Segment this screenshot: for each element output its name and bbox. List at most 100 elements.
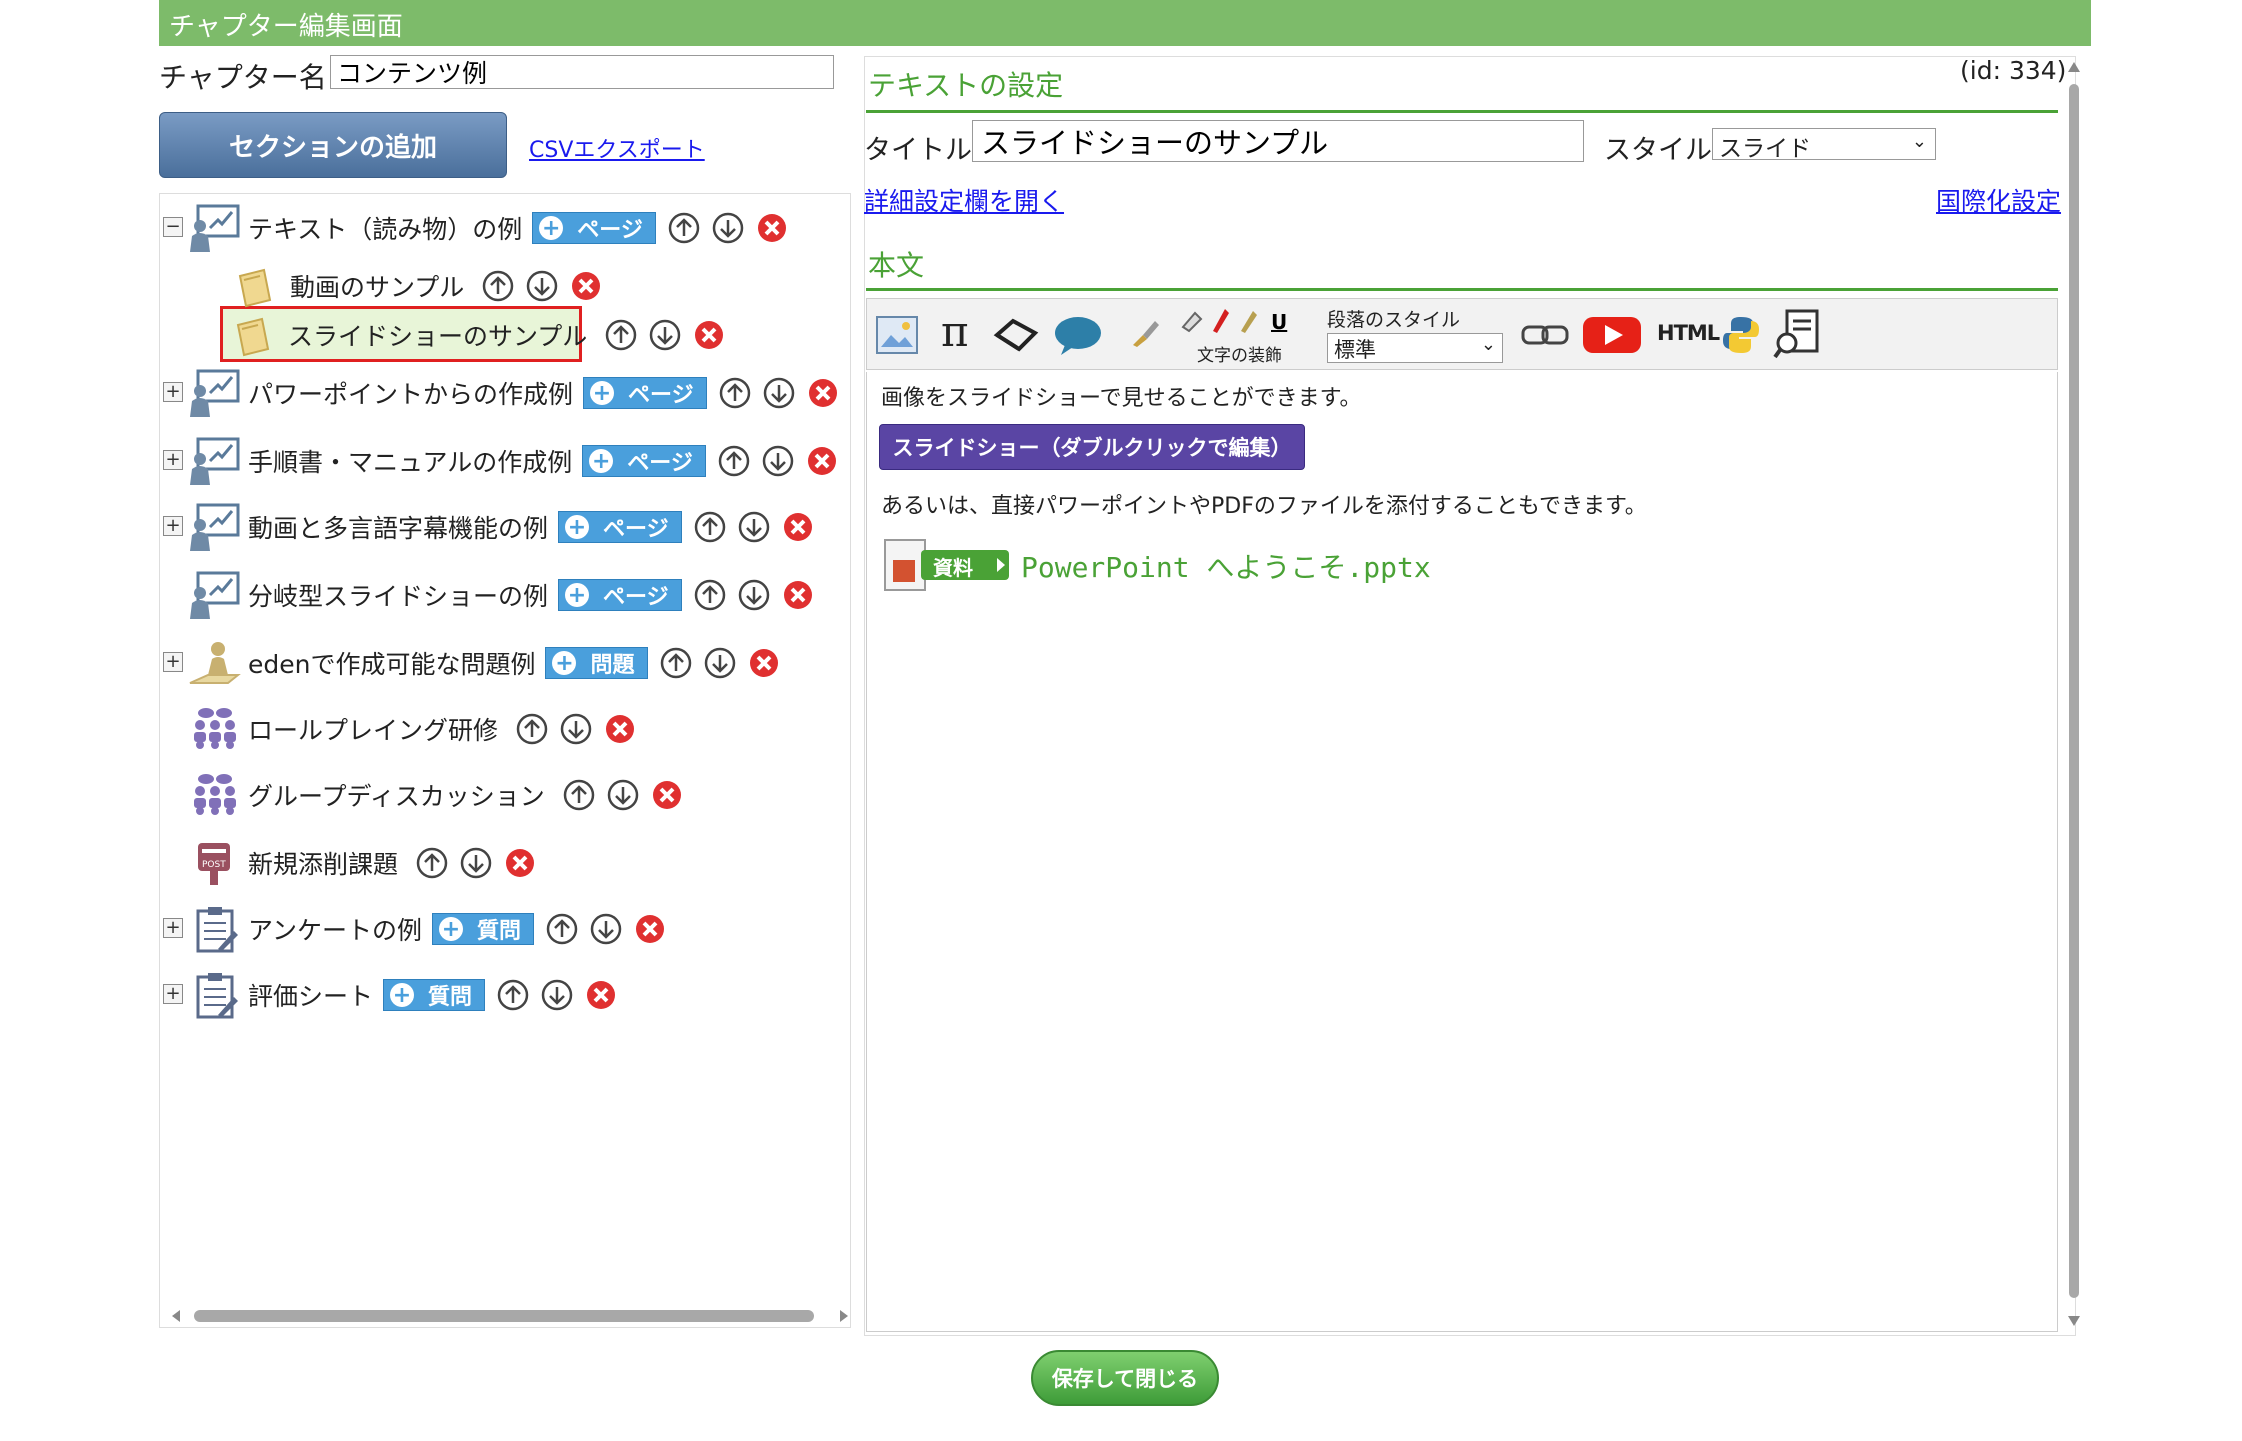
add-child-button[interactable]: + 質問 — [383, 979, 486, 1011]
search-document-icon[interactable] — [1773, 309, 1823, 361]
csv-export-link[interactable]: CSVエクスポート — [529, 132, 705, 164]
add-child-button[interactable]: + ページ — [558, 579, 682, 611]
expand-toggle[interactable]: + — [163, 984, 183, 1004]
move-up-icon[interactable] — [497, 979, 529, 1011]
collapse-toggle[interactable]: − — [163, 217, 183, 237]
delete-icon[interactable] — [634, 913, 666, 945]
add-child-button[interactable]: + ページ — [558, 511, 682, 543]
tree-node[interactable]: 評価シート + 質問 — [188, 970, 617, 1020]
tree-node-label[interactable]: 分岐型スライドショーの例 — [248, 577, 548, 613]
attachment-link[interactable]: 資料 PowerPoint へようこそ.pptx — [881, 536, 1431, 596]
tree-node[interactable]: グループディスカッション — [188, 770, 683, 820]
delete-icon[interactable] — [807, 377, 839, 409]
tree-node[interactable]: 手順書・マニュアルの作成例 + ページ — [188, 436, 838, 486]
tree-node[interactable]: 分岐型スライドショーの例 + ページ — [188, 570, 814, 620]
image-icon[interactable] — [875, 313, 919, 357]
detail-settings-link[interactable]: 詳細設定欄を開く — [864, 182, 1064, 218]
delete-icon[interactable] — [693, 319, 725, 351]
tree-node-label[interactable]: 動画と多言語字幕機能の例 — [248, 509, 548, 545]
link-icon[interactable] — [1521, 321, 1569, 349]
delete-icon[interactable] — [748, 647, 780, 679]
delete-icon[interactable] — [585, 979, 617, 1011]
horizontal-scrollbar[interactable] — [170, 1307, 850, 1325]
brush-icon[interactable] — [1129, 317, 1161, 349]
move-down-icon[interactable] — [590, 913, 622, 945]
move-down-icon[interactable] — [763, 377, 795, 409]
move-up-icon[interactable] — [416, 847, 448, 879]
python-icon[interactable] — [1719, 313, 1763, 357]
move-up-icon[interactable] — [660, 647, 692, 679]
move-up-icon[interactable] — [516, 713, 548, 745]
move-up-icon[interactable] — [563, 779, 595, 811]
text-decoration-icons[interactable]: U — [1179, 305, 1289, 335]
tree-node[interactable]: スライドショーのサンプル — [228, 310, 725, 360]
add-section-button[interactable]: セクションの追加 — [159, 112, 507, 178]
move-down-icon[interactable] — [526, 270, 558, 302]
save-and-close-button[interactable]: 保存して閉じる — [1031, 1350, 1219, 1406]
move-down-icon[interactable] — [541, 979, 573, 1011]
add-child-button[interactable]: + 質問 — [432, 913, 535, 945]
move-down-icon[interactable] — [460, 847, 492, 879]
move-down-icon[interactable] — [738, 511, 770, 543]
internationalization-link[interactable]: 国際化設定 — [1936, 182, 2061, 218]
tree-node[interactable]: ロールプレイング研修 — [188, 704, 636, 754]
delete-icon[interactable] — [782, 579, 814, 611]
move-up-icon[interactable] — [482, 270, 514, 302]
tree-node-label[interactable]: 新規添削課題 — [248, 845, 398, 881]
tree-node-label[interactable]: アンケートの例 — [248, 911, 422, 947]
move-up-icon[interactable] — [694, 579, 726, 611]
move-down-icon[interactable] — [712, 212, 744, 244]
add-child-button[interactable]: + ページ — [582, 445, 706, 477]
body-content-area[interactable]: 画像をスライドショーで見せることができます。 スライドショー（ダブルクリックで編… — [866, 372, 2058, 1332]
move-down-icon[interactable] — [560, 713, 592, 745]
tree-node-label[interactable]: パワーポイントからの作成例 — [248, 375, 573, 411]
tree-node[interactable]: アンケートの例 + 質問 — [188, 904, 666, 954]
title-input[interactable] — [972, 120, 1584, 162]
tree-node[interactable]: 動画のサンプル — [230, 261, 602, 311]
move-down-icon[interactable] — [607, 779, 639, 811]
move-up-icon[interactable] — [668, 212, 700, 244]
delete-icon[interactable] — [756, 212, 788, 244]
math-pi-icon[interactable]: π — [941, 307, 969, 356]
tree-node[interactable]: edenで作成可能な問題例 + 問題 — [188, 638, 780, 688]
speech-bubble-icon[interactable] — [1053, 313, 1103, 357]
tree-node-label[interactable]: 動画のサンプル — [290, 268, 464, 304]
delete-icon[interactable] — [782, 511, 814, 543]
paragraph-style-select[interactable]: 標準 ⌄ — [1327, 333, 1503, 363]
html-icon[interactable]: HTML — [1657, 321, 1720, 345]
delete-icon[interactable] — [504, 847, 536, 879]
move-up-icon[interactable] — [718, 445, 750, 477]
move-up-icon[interactable] — [719, 377, 751, 409]
delete-icon[interactable] — [651, 779, 683, 811]
delete-icon[interactable] — [806, 445, 838, 477]
delete-icon[interactable] — [570, 270, 602, 302]
expand-toggle[interactable]: + — [163, 450, 183, 470]
tree-node-label[interactable]: edenで作成可能な問題例 — [248, 645, 535, 681]
delete-icon[interactable] — [604, 713, 636, 745]
add-child-button[interactable]: + 問題 — [545, 647, 648, 679]
tree-node-label[interactable]: テキスト（読み物）の例 — [248, 210, 522, 246]
tree-node[interactable]: POST 新規添削課題 — [188, 838, 536, 888]
tree-node-label[interactable]: 手順書・マニュアルの作成例 — [248, 443, 572, 479]
vertical-scrollbar[interactable] — [2066, 60, 2082, 1328]
move-up-icon[interactable] — [694, 511, 726, 543]
expand-toggle[interactable]: + — [163, 652, 183, 672]
tree-node-label[interactable]: 評価シート — [248, 977, 373, 1013]
add-child-button[interactable]: + ページ — [583, 377, 707, 409]
move-up-icon[interactable] — [546, 913, 578, 945]
tree-node-label[interactable]: ロールプレイング研修 — [248, 711, 498, 747]
move-down-icon[interactable] — [738, 579, 770, 611]
expand-toggle[interactable]: + — [163, 918, 183, 938]
add-child-button[interactable]: + ページ — [532, 212, 656, 244]
expand-toggle[interactable]: + — [163, 382, 183, 402]
youtube-icon[interactable] — [1581, 313, 1643, 357]
move-down-icon[interactable] — [762, 445, 794, 477]
tree-node[interactable]: パワーポイントからの作成例 + ページ — [188, 368, 839, 418]
slideshow-button[interactable]: スライドショー（ダブルクリックで編集） — [879, 424, 1305, 470]
expand-toggle[interactable]: + — [163, 516, 183, 536]
chapter-name-input[interactable] — [330, 55, 834, 89]
move-up-icon[interactable] — [605, 319, 637, 351]
tree-node[interactable]: テキスト（読み物）の例 + ページ — [188, 203, 788, 253]
move-down-icon[interactable] — [649, 319, 681, 351]
eraser-shape-icon[interactable] — [991, 313, 1039, 357]
